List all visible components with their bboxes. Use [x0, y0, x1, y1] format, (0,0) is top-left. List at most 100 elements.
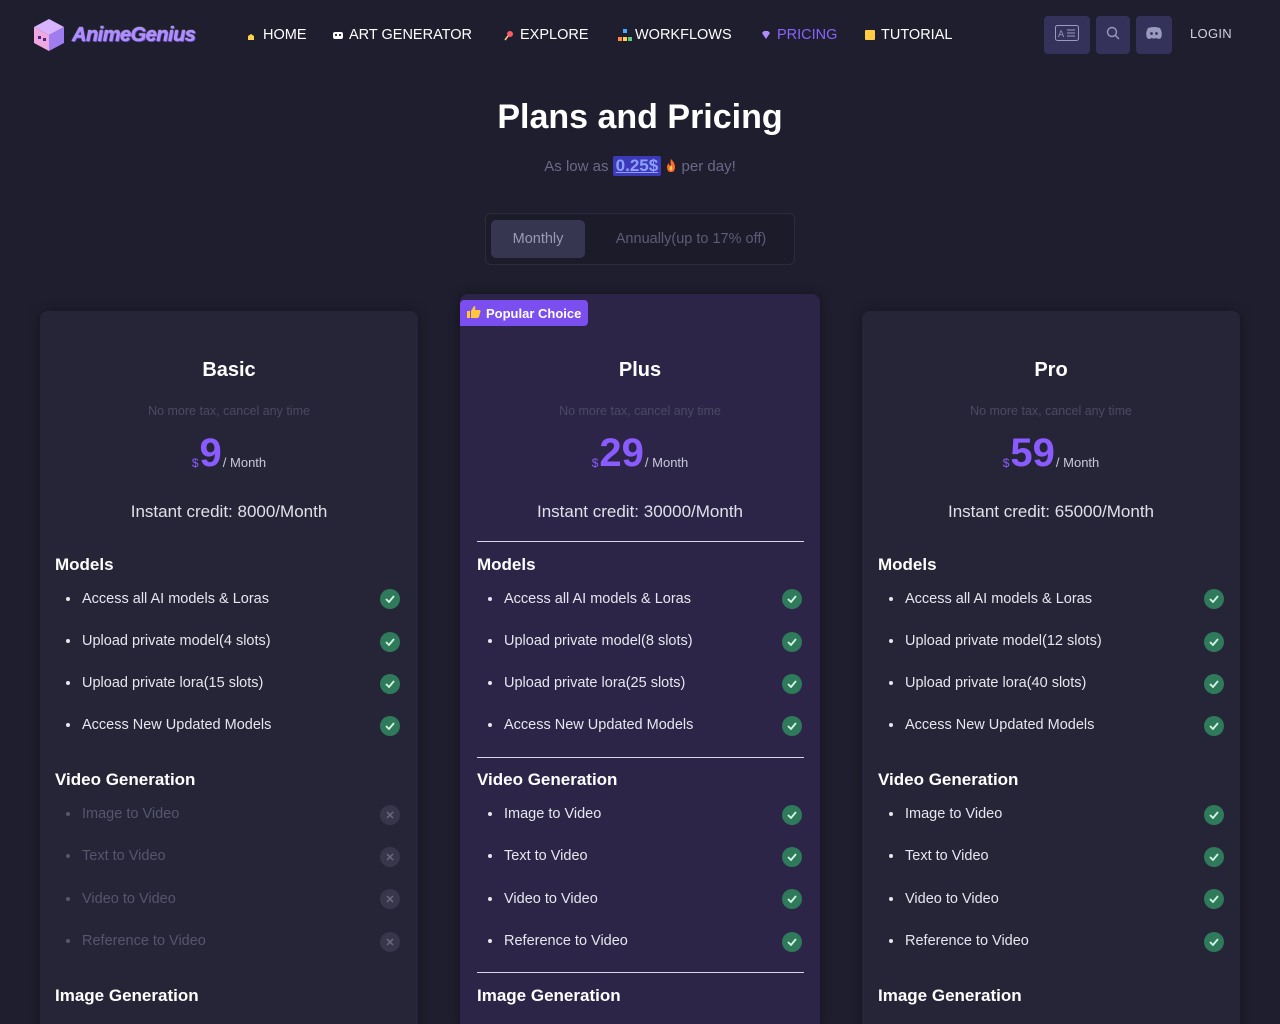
nav-art-generator[interactable]: ART GENERATOR — [332, 24, 472, 46]
feature-item: Image to Video — [66, 802, 179, 826]
price-currency: $ — [591, 456, 599, 470]
plan-name: Plus — [618, 359, 662, 381]
plan-credit: Instant credit: 65000/Month — [947, 502, 1155, 521]
plan-note: No more tax, cancel any time — [148, 404, 310, 418]
feature-label: Access all AI models & Loras — [905, 591, 1092, 607]
feature-label: Access all AI models & Loras — [504, 591, 691, 607]
feature-item: Access New Updated Models — [488, 713, 693, 737]
feature-item: Video to Video — [488, 887, 598, 911]
feature-label: Video to Video — [82, 891, 176, 907]
check-icon — [1204, 716, 1224, 736]
check-icon — [782, 932, 802, 952]
feature-label: Access all AI models & Loras — [82, 591, 269, 607]
check-icon — [782, 716, 802, 736]
logo[interactable]: AnimeGenius — [30, 14, 198, 56]
plan-note: No more tax, cancel any time — [559, 404, 721, 418]
section-title-video: Video Generation — [878, 770, 1019, 789]
plan-price: $ 9 / Month — [40, 433, 418, 473]
plan-card-basic: Basic No more tax, cancel any time $ 9 /… — [40, 311, 418, 1024]
feature-item: Video to Video — [889, 887, 999, 911]
discord-button[interactable] — [1136, 16, 1172, 54]
cross-icon — [380, 847, 400, 867]
check-icon — [782, 589, 802, 609]
book-icon — [864, 29, 876, 41]
cross-icon — [380, 805, 400, 825]
check-icon — [1204, 805, 1224, 825]
check-icon — [380, 674, 400, 694]
price-currency: $ — [191, 456, 199, 470]
page-title: Plans and Pricing — [497, 98, 783, 136]
subtitle-prefix: As low as — [544, 158, 609, 175]
robot-icon — [332, 29, 344, 41]
feature-item: Reference to Video — [66, 929, 206, 953]
popular-badge-label: Popular Choice — [486, 305, 582, 321]
price-currency: $ — [1002, 456, 1010, 470]
feature-item: Upload private lora(40 slots) — [889, 671, 1086, 695]
feature-label: Video to Video — [905, 891, 999, 907]
nav-explore[interactable]: EXPLORE — [503, 24, 589, 46]
plan-card-plus: Popular Choice Plus No more tax, cancel … — [460, 294, 820, 1024]
section-title-image: Image Generation — [477, 986, 621, 1005]
nav-workflows-label: WORKFLOWS — [635, 27, 732, 43]
plan-price: $ 29 / Month — [460, 433, 820, 473]
check-icon — [1204, 932, 1224, 952]
feature-label: Access New Updated Models — [82, 717, 272, 733]
language-icon: A — [1055, 24, 1079, 46]
nav-tutorial[interactable]: TUTORIAL — [864, 24, 952, 46]
pin-icon — [503, 29, 515, 41]
home-icon — [246, 29, 258, 41]
feature-item: Upload private lora(15 slots) — [66, 671, 263, 695]
feature-item: Upload private lora(25 slots) — [488, 671, 685, 695]
nav-pricing-label: PRICING — [777, 27, 838, 43]
feature-label: Upload private lora(25 slots) — [504, 675, 686, 691]
feature-item: Text to Video — [889, 844, 989, 868]
check-icon — [782, 847, 802, 867]
check-icon — [782, 632, 802, 652]
check-icon — [782, 889, 802, 909]
price-amount: 9 — [199, 431, 222, 475]
feature-label: Reference to Video — [905, 933, 1029, 949]
feature-label: Upload private lora(15 slots) — [82, 675, 264, 691]
cross-icon — [380, 932, 400, 952]
svg-text:A: A — [1058, 30, 1065, 40]
feature-label: Access New Updated Models — [504, 717, 694, 733]
search-icon — [1106, 26, 1120, 45]
login-link[interactable]: LOGIN — [1190, 26, 1232, 41]
nav-home-label: HOME — [263, 27, 307, 43]
feature-label: Upload private model(12 slots) — [905, 633, 1102, 649]
nav-workflows[interactable]: WORKFLOWS — [618, 24, 732, 46]
fire-icon — [665, 158, 681, 175]
feature-item: Access all AI models & Loras — [889, 587, 1092, 611]
feature-label: Text to Video — [82, 848, 166, 864]
feature-label: Image to Video — [504, 806, 602, 822]
nav-pricing[interactable]: PRICING — [760, 24, 837, 46]
section-title-models: Models — [55, 555, 114, 574]
nav-home[interactable]: HOME — [246, 24, 307, 46]
section-title-video: Video Generation — [55, 770, 196, 789]
billing-annually[interactable]: Annually(up to 17% off) — [596, 220, 786, 258]
feature-item: Access New Updated Models — [889, 713, 1094, 737]
divider — [477, 972, 804, 973]
feature-item: Text to Video — [488, 844, 588, 868]
feature-label: Upload private lora(40 slots) — [905, 675, 1087, 691]
diamond-icon — [760, 29, 772, 41]
plan-price: $ 59 / Month — [862, 433, 1240, 473]
feature-label: Text to Video — [504, 848, 588, 864]
feature-item: Upload private model(8 slots) — [488, 629, 693, 653]
plan-name: Pro — [1034, 359, 1068, 381]
check-icon — [1204, 889, 1224, 909]
feature-label: Upload private model(4 slots) — [82, 633, 271, 649]
plan-credit: Instant credit: 30000/Month — [536, 502, 744, 521]
check-icon — [1204, 847, 1224, 867]
feature-item: Access all AI models & Loras — [66, 587, 269, 611]
billing-monthly[interactable]: Monthly — [491, 220, 585, 258]
subtitle-suffix: per day! — [681, 158, 736, 175]
logo-text: AnimeGenius — [72, 23, 196, 46]
feature-item: Upload private model(4 slots) — [66, 629, 271, 653]
check-icon — [380, 716, 400, 736]
language-button[interactable]: A — [1044, 16, 1090, 54]
search-button[interactable] — [1096, 16, 1130, 54]
feature-label: Reference to Video — [82, 933, 206, 949]
cube-logo-icon — [30, 16, 68, 54]
nav-art-generator-label: ART GENERATOR — [349, 27, 473, 43]
